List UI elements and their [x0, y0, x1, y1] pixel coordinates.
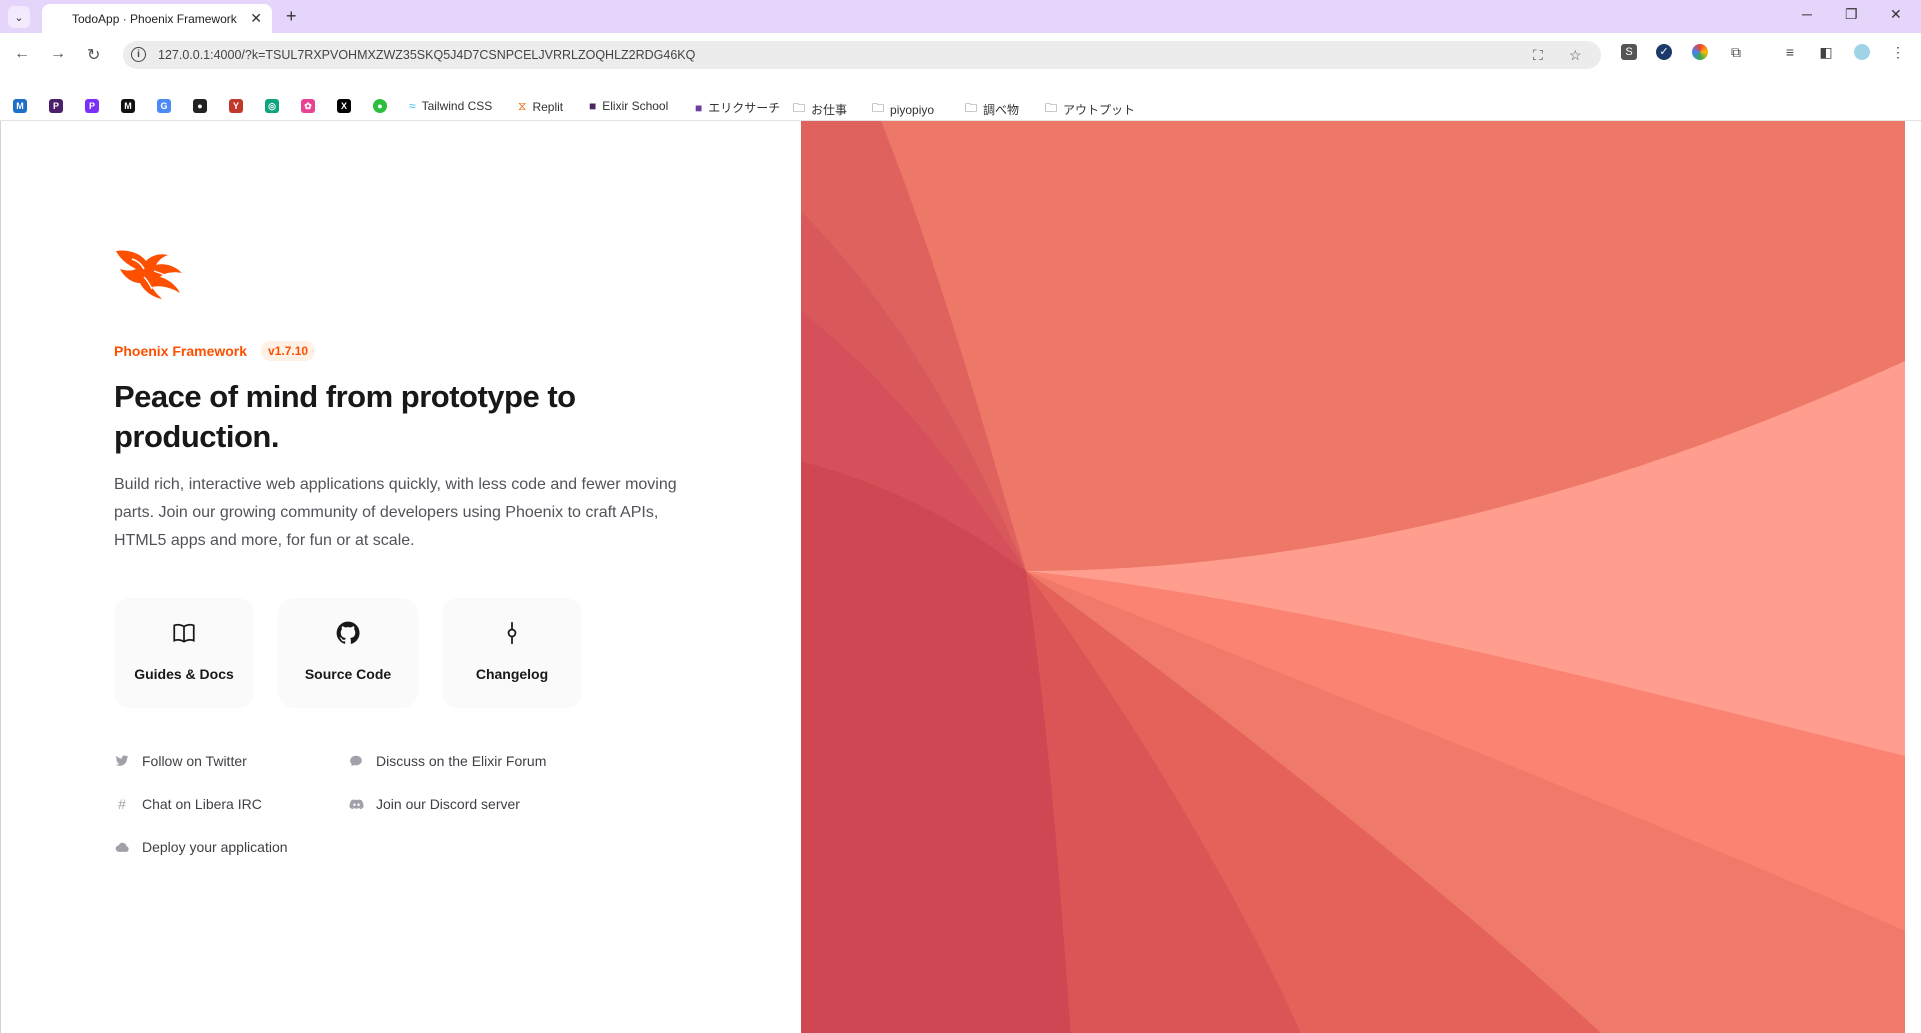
extension-check-icon[interactable]: ✓ — [1656, 44, 1672, 60]
bookmark-app-icon[interactable]: Y — [229, 99, 243, 113]
bookmark-item[interactable]: ⧖ Replit — [518, 99, 563, 114]
link-label: Discuss on the Elixir Forum — [376, 753, 547, 769]
profile-avatar[interactable] — [1854, 44, 1870, 60]
cloud-icon — [114, 839, 130, 855]
bookmark-chatgpt-icon[interactable]: ◎ — [265, 99, 279, 113]
source-code-card[interactable]: Source Code — [278, 598, 418, 708]
link-label: Follow on Twitter — [142, 753, 247, 769]
bookmark-app-icon[interactable]: P — [49, 99, 63, 113]
extension-se-icon[interactable]: S — [1621, 44, 1637, 60]
libera-irc-link[interactable]: # Chat on Libera IRC — [114, 796, 262, 812]
side-panel-icon[interactable]: ◧ — [1818, 44, 1834, 60]
bookmark-x-icon[interactable]: X — [337, 99, 351, 113]
bookmark-translate-icon[interactable]: G — [157, 99, 171, 113]
window-close-icon[interactable]: ✕ — [1890, 6, 1902, 23]
commit-icon — [442, 620, 582, 648]
bookmark-star-icon[interactable]: ☆ — [1569, 47, 1582, 64]
bookmark-label: piyopiyo — [890, 102, 935, 117]
twitter-icon — [114, 753, 130, 769]
bookmarks-bar: M P P M G ● Y ◎ ✿ X ● ≈ Tailwind CSS ⧖ Rep… — [0, 94, 1921, 121]
translate-icon[interactable]: ⛶ — [1533, 47, 1543, 64]
bookmark-label: アウトプット — [1063, 103, 1136, 117]
bookmark-item[interactable]: ■ エリクサーチ — [695, 99, 780, 116]
discord-link[interactable]: Join our Discord server — [348, 796, 520, 812]
folder-icon: 🗀 — [965, 101, 978, 115]
bookmark-github-icon[interactable]: ● — [193, 99, 207, 113]
card-label: Guides & Docs — [134, 666, 234, 682]
deploy-link[interactable]: Deploy your application — [114, 839, 288, 855]
reload-icon[interactable]: ↻ — [87, 45, 100, 65]
url-text[interactable]: 127.0.0.1:4000/?k=TSUL7RXPVOHMXZWZ35SKQ5… — [158, 48, 695, 62]
address-bar[interactable]: i 127.0.0.1:4000/?k=TSUL7RXPVOHMXZWZ35SK… — [123, 41, 1601, 69]
site-info-icon[interactable]: i — [131, 47, 146, 62]
card-label: Source Code — [304, 666, 392, 682]
guides-docs-card[interactable]: Guides & Docs — [114, 598, 254, 708]
elixir-forum-link[interactable]: Discuss on the Elixir Forum — [348, 753, 546, 769]
link-label: Chat on Libera IRC — [142, 796, 262, 812]
tab-title: TodoApp · Phoenix Framework — [72, 12, 237, 26]
tab-strip: ⌄ TodoApp · Phoenix Framework ✕ + ─ ❐ ✕ — [0, 0, 1921, 33]
changelog-card[interactable]: Changelog — [442, 598, 582, 708]
hash-icon: # — [118, 796, 126, 812]
more-menu-icon[interactable]: ⋮ — [1890, 44, 1906, 60]
chat-bubble-icon — [348, 753, 364, 769]
page-headline: Peace of mind from prototype to producti… — [114, 379, 576, 454]
bookmark-label: お仕事 — [811, 103, 848, 117]
tailwind-icon: ≈ — [409, 99, 416, 113]
bookmark-folder[interactable]: 🗀 お仕事 — [793, 99, 847, 120]
browser-toolbar: ← → ↻ i 127.0.0.1:4000/?k=TSUL7RXPVOHMXZ… — [0, 33, 1921, 94]
bookmark-item[interactable]: ■ Elixir School — [589, 99, 668, 113]
link-label: Deploy your application — [142, 839, 288, 855]
bookmark-label: Replit — [532, 99, 564, 114]
folder-icon: 🗀 — [1045, 101, 1058, 115]
folder-icon: 🗀 — [872, 101, 885, 115]
bookmark-label: 調べ物 — [983, 103, 1020, 117]
hero-background-art — [801, 121, 1905, 1033]
new-tab-button[interactable]: + — [286, 6, 297, 27]
bookmark-label: Elixir School — [602, 99, 669, 113]
tab-close-icon[interactable]: ✕ — [250, 10, 262, 27]
bookmark-app-icon[interactable]: P — [85, 99, 99, 113]
bookmark-app-icon[interactable]: ✿ — [301, 99, 315, 113]
bookmark-folder[interactable]: 🗀 調べ物 — [965, 99, 1019, 120]
bookmark-folder[interactable]: 🗀 アウトプット — [1045, 99, 1135, 120]
back-icon[interactable]: ← — [14, 45, 30, 63]
link-label: Join our Discord server — [376, 796, 520, 812]
forward-icon[interactable]: → — [50, 45, 66, 63]
phoenix-logo — [116, 250, 182, 299]
bookmark-app-icon[interactable]: M — [13, 99, 27, 113]
github-icon — [278, 620, 418, 648]
card-label: Changelog — [475, 666, 549, 682]
extension-color-icon[interactable] — [1692, 44, 1708, 60]
extensions-puzzle-icon[interactable]: ⧉ — [1728, 44, 1744, 60]
book-icon — [114, 620, 254, 648]
content-column: Phoenix Framework v1.7.10 Peace of mind … — [0, 121, 802, 1033]
minimize-icon[interactable]: ─ — [1802, 6, 1812, 22]
twitter-link[interactable]: Follow on Twitter — [114, 753, 247, 769]
bookmark-app-icon[interactable]: M — [121, 99, 135, 113]
border-gap — [1, 121, 2, 185]
page-scrollbar[interactable] — [1905, 121, 1921, 1033]
elixir-school-icon: ■ — [589, 99, 597, 113]
bookmark-label: エリクサーチ — [708, 101, 781, 115]
media-controls-icon[interactable]: ≡ — [1782, 44, 1798, 60]
lead-paragraph: Build rich, interactive web applications… — [114, 476, 677, 549]
folder-icon: 🗀 — [793, 101, 806, 115]
tab-search-button[interactable]: ⌄ — [8, 6, 30, 28]
brand-row: Phoenix Framework v1.7.10 — [114, 341, 316, 361]
tab-active[interactable]: TodoApp · Phoenix Framework ✕ — [42, 4, 272, 33]
brand-name: Phoenix Framework — [114, 343, 248, 359]
bookmark-app-icon[interactable]: ● — [373, 99, 387, 113]
bookmark-label: Tailwind CSS — [421, 99, 493, 113]
elixirsearch-icon: ■ — [695, 100, 703, 115]
replit-icon: ⧖ — [518, 99, 527, 113]
page-viewport: Phoenix Framework v1.7.10 Peace of mind … — [0, 121, 1921, 1033]
version-badge: v1.7.10 — [261, 341, 316, 361]
restore-icon[interactable]: ❐ — [1845, 6, 1858, 23]
discord-icon — [348, 796, 364, 812]
bookmark-item[interactable]: ≈ Tailwind CSS — [409, 99, 492, 113]
bookmark-folder[interactable]: 🗀 piyopiyo — [872, 99, 934, 120]
